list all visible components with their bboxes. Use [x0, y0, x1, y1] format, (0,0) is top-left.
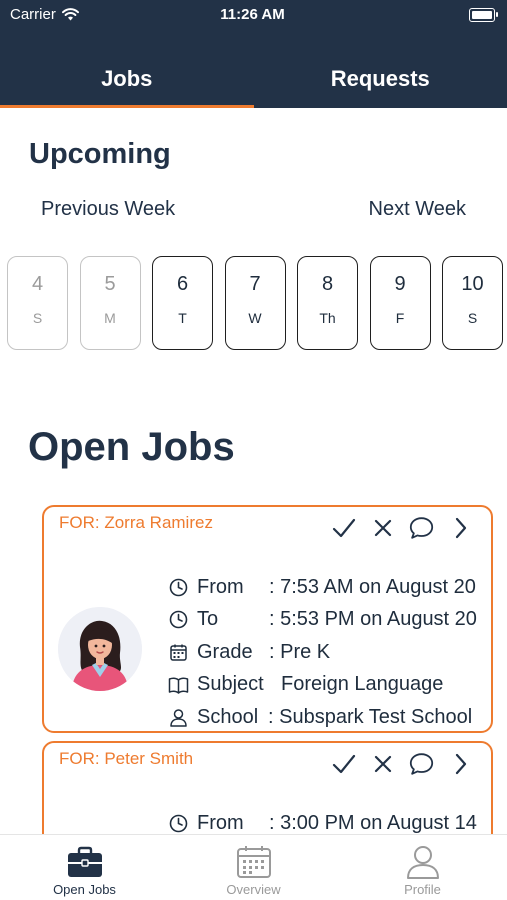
book-icon — [166, 673, 190, 697]
day-of-week: T — [178, 310, 187, 326]
grade-value: : Pre K — [269, 640, 331, 663]
day-number: 6 — [176, 273, 189, 295]
job-to-row: To : 5:53 PM on August 20 — [166, 604, 477, 637]
day-number: 9 — [394, 273, 406, 295]
chevron-right-icon[interactable] — [448, 515, 473, 541]
clock-icon — [166, 608, 190, 632]
day-button[interactable]: 6 T — [152, 256, 213, 350]
job-actions — [331, 751, 473, 777]
job-grade-row: Grade : Pre K — [166, 636, 477, 669]
grade-label: Grade — [197, 640, 253, 663]
carrier-indicator: Carrier — [10, 6, 79, 23]
to-value: : 5:53 PM on August 20 — [269, 608, 477, 631]
message-icon[interactable] — [409, 515, 434, 541]
day-of-week: S — [467, 310, 478, 326]
day-number: 10 — [461, 273, 484, 295]
briefcase-icon — [67, 846, 102, 877]
day-button[interactable]: 10 S — [442, 256, 503, 350]
day-button[interactable]: 4 S — [7, 256, 68, 350]
day-of-week: M — [104, 310, 116, 326]
day-of-week: Th — [319, 310, 336, 326]
day-number: 5 — [104, 273, 116, 295]
day-number: 4 — [31, 273, 44, 295]
job-from-row: From : 7:53 AM on August 20 — [166, 571, 477, 604]
day-button[interactable]: 7 W — [224, 256, 286, 350]
nav-profile[interactable]: Profile — [338, 835, 507, 900]
nav-open-jobs[interactable]: Open Jobs — [0, 835, 169, 900]
day-button[interactable]: 5 M — [79, 256, 141, 350]
day-of-week: W — [248, 310, 262, 326]
day-of-week: S — [32, 310, 43, 326]
previous-week-button[interactable]: Previous Week — [41, 198, 175, 221]
school-label: School — [197, 705, 259, 728]
tab-requests[interactable]: Requests — [254, 58, 507, 108]
teacher-avatar — [58, 607, 142, 691]
carrier-label: Carrier — [10, 6, 56, 23]
upcoming-title: Upcoming — [29, 138, 171, 170]
job-details: From : 7:53 AM on August 20 To : 5:53 PM… — [166, 571, 477, 734]
clock-icon — [166, 811, 190, 835]
app-header: Carrier 11:26 AM Jobs Requests — [0, 0, 507, 108]
message-icon[interactable] — [409, 751, 434, 777]
calendar-grid-icon — [166, 640, 190, 664]
tab-jobs-label: Jobs — [101, 66, 153, 91]
subject-label: Subject — [197, 673, 264, 696]
job-actions — [331, 515, 473, 541]
decline-icon[interactable] — [370, 751, 395, 777]
job-subject-row: Subject Foreign Language — [166, 669, 477, 702]
school-value: : Subspark Test School — [268, 705, 473, 728]
from-value: : 3:00 PM on August 14 — [269, 811, 477, 834]
accept-icon[interactable] — [331, 751, 356, 777]
bottom-tab-bar: Open Jobs Overview Profile — [0, 834, 507, 900]
day-button[interactable]: 9 F — [369, 256, 431, 350]
wifi-icon — [61, 8, 79, 21]
day-selector: 4 S 5 M 6 T 7 W 8 Th 9 F 10 S — [7, 256, 503, 350]
status-bar: Carrier 11:26 AM — [10, 6, 498, 26]
day-number: 7 — [249, 273, 261, 295]
from-label: From — [197, 575, 244, 598]
tab-jobs[interactable]: Jobs — [0, 58, 254, 108]
tab-requests-label: Requests — [330, 66, 430, 91]
battery-icon — [469, 8, 498, 22]
accept-icon[interactable] — [331, 515, 356, 541]
subject-value: Foreign Language — [281, 673, 444, 696]
job-for-label: FOR: Peter Smith — [59, 749, 194, 768]
nav-open-jobs-label: Open Jobs — [53, 882, 116, 897]
chevron-right-icon[interactable] — [448, 751, 473, 777]
nav-overview[interactable]: Overview — [169, 835, 338, 900]
next-week-button[interactable]: Next Week — [369, 198, 466, 221]
person-icon — [406, 846, 439, 879]
day-button[interactable]: 8 Th — [297, 256, 358, 350]
nav-overview-label: Overview — [226, 882, 281, 897]
status-time: 11:26 AM — [220, 6, 285, 23]
day-number: 8 — [321, 273, 334, 295]
week-navigation: Previous Week Next Week — [41, 198, 466, 221]
calendar-icon — [236, 846, 271, 878]
to-label: To — [197, 608, 219, 631]
clock-icon — [166, 575, 190, 599]
person-icon — [166, 705, 190, 729]
from-value: : 7:53 AM on August 20 — [269, 575, 476, 598]
decline-icon[interactable] — [370, 515, 395, 541]
job-school-row: School : Subspark Test School — [166, 701, 477, 734]
from-label: From — [197, 811, 244, 834]
top-tabs: Jobs Requests — [0, 58, 507, 108]
job-card[interactable]: FOR: Zorra Ramirez From: 7:53 AM on Aug… — [42, 505, 493, 733]
open-jobs-title: Open Jobs — [28, 425, 235, 469]
job-for-label: FOR: Zorra Ramirez — [59, 513, 213, 532]
day-of-week: F — [395, 310, 405, 326]
nav-profile-label: Profile — [404, 882, 441, 897]
